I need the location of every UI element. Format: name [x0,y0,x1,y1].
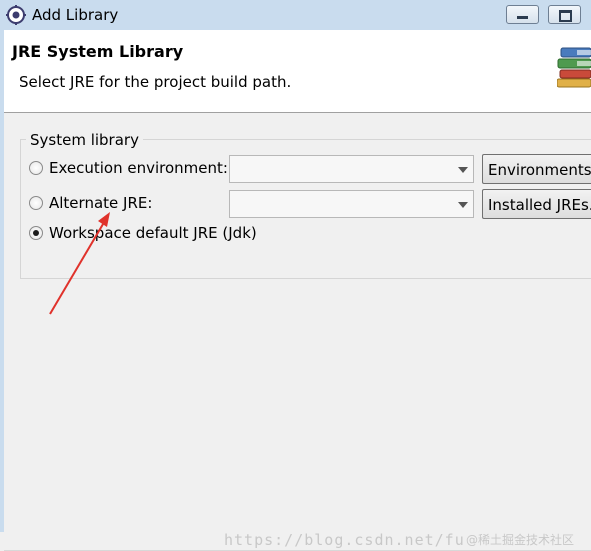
annotation-arrow-icon [49,212,110,315]
watermark-url: https://blog.csdn.net/fu [224,531,465,549]
watermark-tag: @稀土掘金技术社区 [466,533,575,547]
